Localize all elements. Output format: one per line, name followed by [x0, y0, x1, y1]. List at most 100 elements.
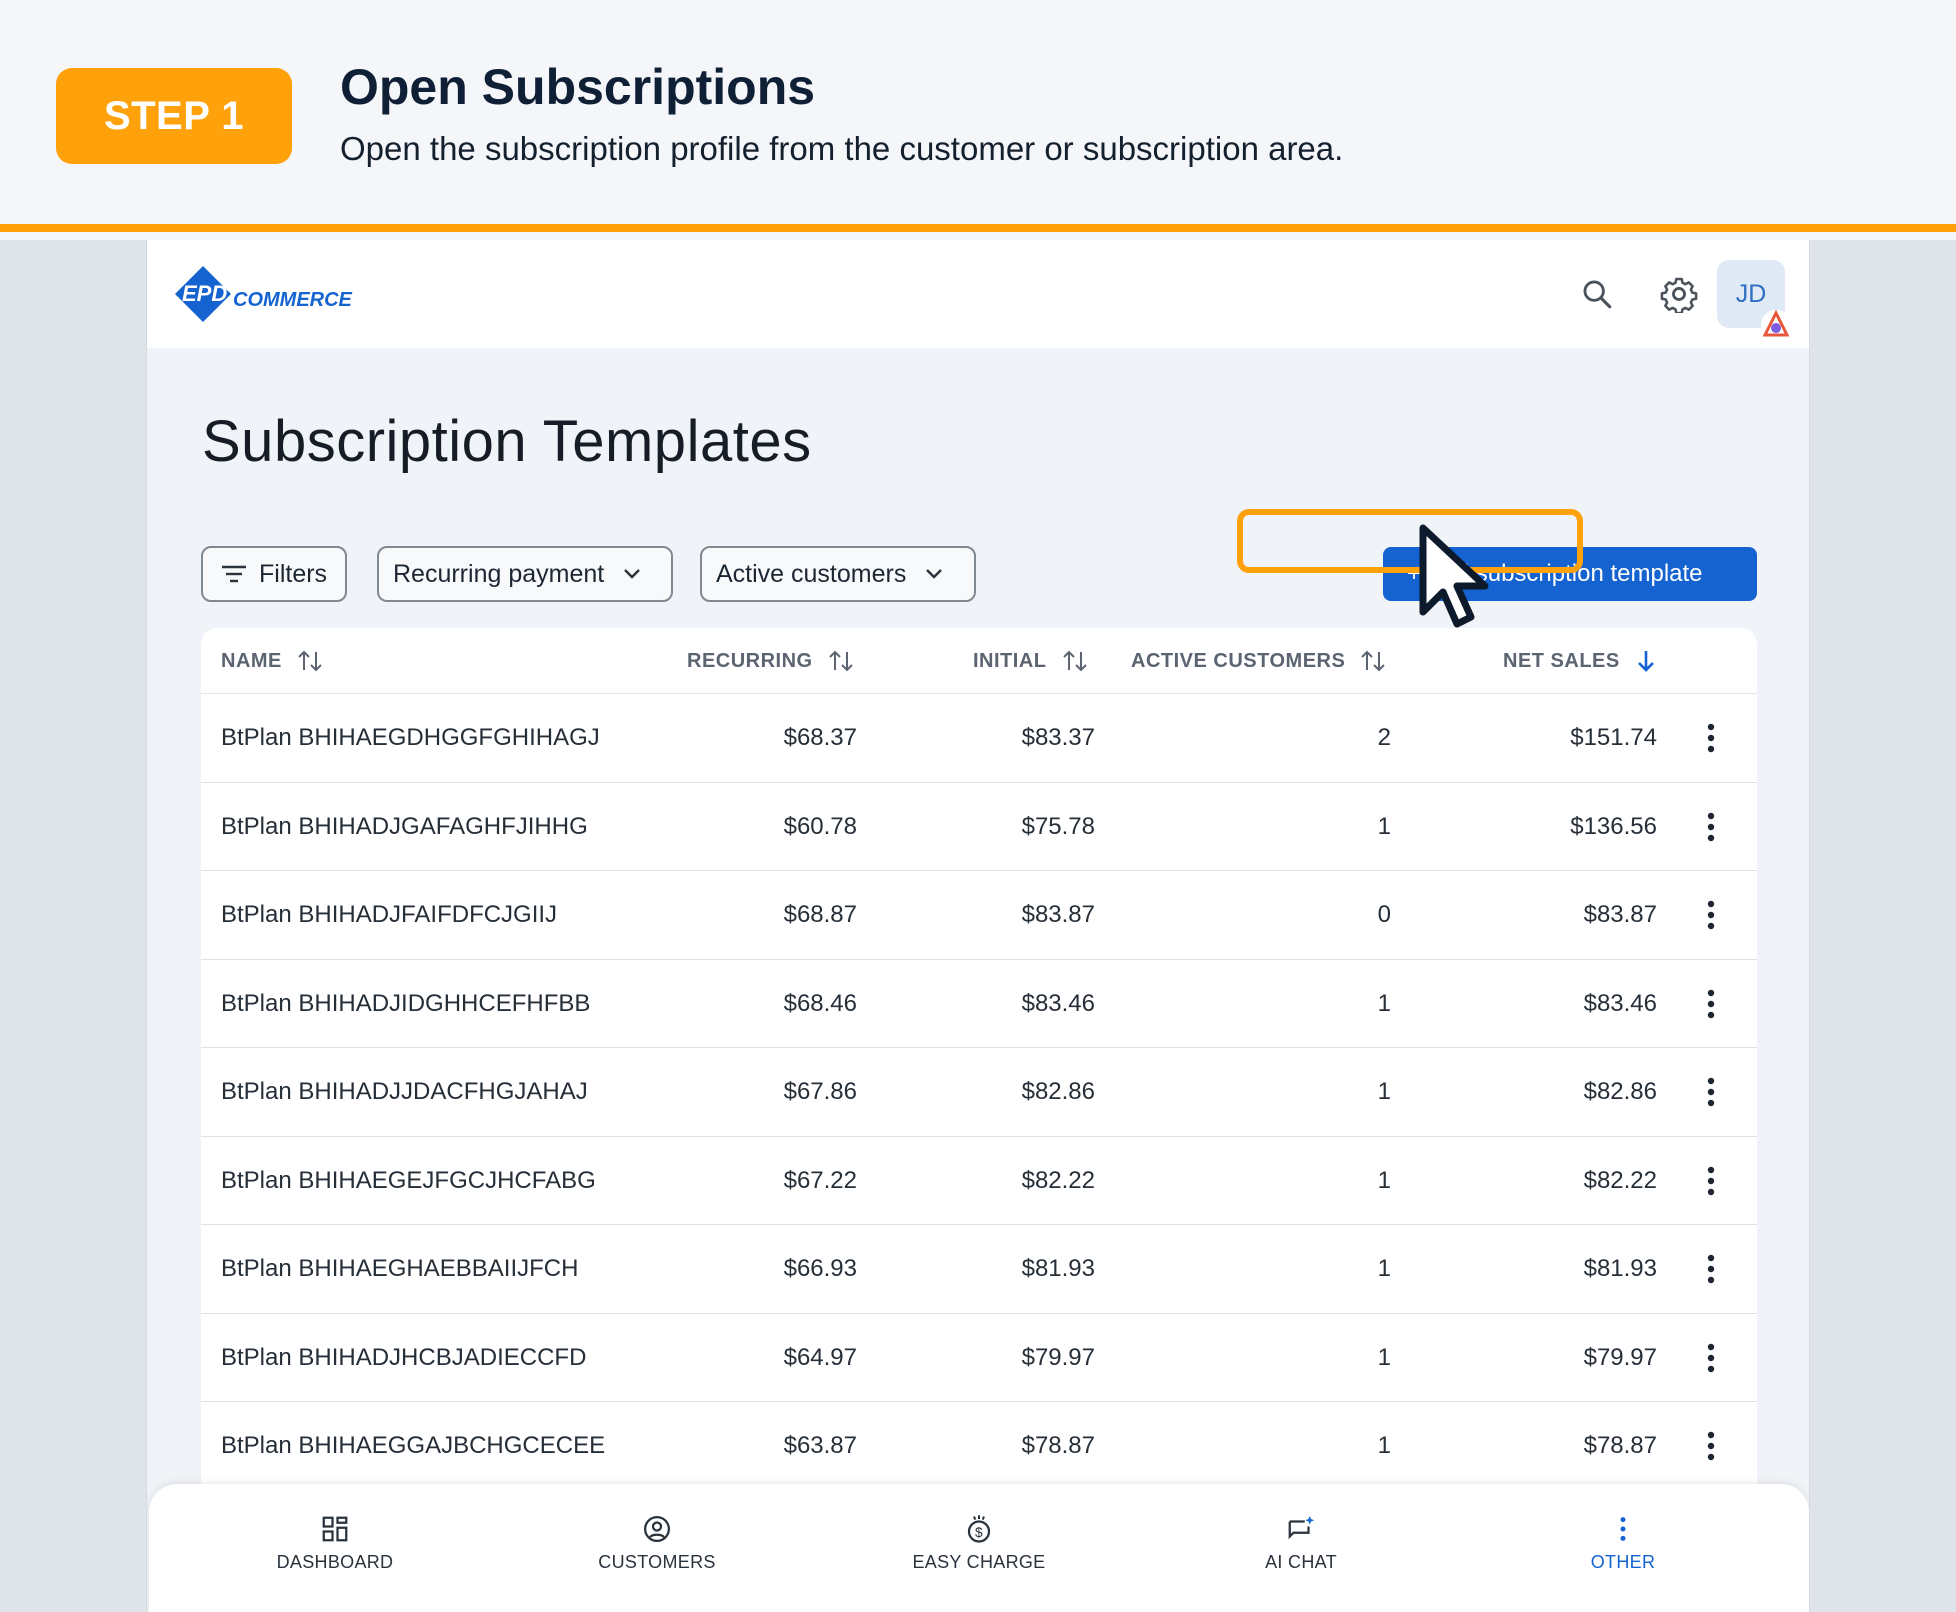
- table-row[interactable]: BtPlan BHIHADJFAIFDFCJGIIJ $68.87 $83.87 0 $…: [201, 871, 1757, 960]
- initial-amount: $81.93: [1021, 1255, 1095, 1282]
- svg-text:$: $: [975, 1525, 983, 1540]
- sort-icon: [828, 650, 853, 672]
- chevron-down-icon: [926, 569, 943, 579]
- column-header-net-sales[interactable]: NET SALES: [1503, 628, 1658, 694]
- filters-button[interactable]: Filters: [201, 546, 348, 602]
- recurring-amount: $66.93: [783, 1255, 857, 1282]
- active-customers-count: 2: [1377, 724, 1391, 751]
- net-sales-amount: $136.56: [1570, 812, 1657, 840]
- svg-text:COMMERCE: COMMERCE: [233, 289, 353, 311]
- recurring-amount: $68.46: [783, 989, 857, 1017]
- recurring-amount: $60.78: [783, 812, 857, 840]
- row-menu-icon[interactable]: [1691, 1137, 1731, 1225]
- nav-easy-charge[interactable]: $ EASY CHARGE: [879, 1514, 1079, 1573]
- table-row[interactable]: BtPlan BHIHAEGHAEBBAIIJFCH $66.93 $81.93 1 $…: [201, 1225, 1757, 1314]
- initial-amount: $78.87: [1021, 1432, 1095, 1459]
- sort-icon: [1062, 650, 1087, 672]
- customers-select-value: Active customers: [716, 559, 907, 588]
- recurring-amount: $64.97: [783, 1343, 857, 1371]
- net-sales-amount: $81.93: [1583, 1255, 1657, 1282]
- active-customers-count: 1: [1377, 989, 1391, 1017]
- nav-ai-chat[interactable]: AI CHAT: [1201, 1514, 1401, 1573]
- step-description: Open the subscription profile from the c…: [340, 130, 1344, 167]
- dashboard-icon: [322, 1516, 348, 1542]
- table-row[interactable]: BtPlan BHIHAEGEJFGCJHCFABG $67.22 $82.22 1 $…: [201, 1137, 1757, 1225]
- filters-label: Filters: [259, 559, 328, 588]
- row-menu-icon[interactable]: [1691, 1314, 1731, 1402]
- net-sales-amount: $82.22: [1583, 1166, 1657, 1194]
- nav-other[interactable]: OTHER: [1523, 1514, 1723, 1573]
- search-icon[interactable]: [1569, 266, 1625, 322]
- net-sales-amount: $82.86: [1583, 1078, 1657, 1105]
- active-customers-count: 1: [1377, 1432, 1391, 1459]
- payment-type-select[interactable]: Recurring payment: [377, 546, 673, 602]
- row-menu-icon[interactable]: [1691, 960, 1731, 1048]
- sort-icon: [298, 650, 322, 672]
- payment-type-value: Recurring payment: [393, 559, 605, 588]
- templates-table: NAME RECURRING INITIAL ACTIVE CUSTOMERS …: [201, 628, 1757, 1612]
- initial-amount: $75.78: [1021, 812, 1095, 840]
- recurring-amount: $68.87: [783, 901, 857, 928]
- table-row[interactable]: BtPlan BHIHADJHCBJADIECCFD $64.97 $79.97 1 $…: [201, 1314, 1757, 1402]
- chat-sparkle-icon: [1288, 1515, 1315, 1540]
- highlight-box: [1237, 509, 1583, 573]
- net-sales-amount: $151.74: [1570, 724, 1657, 751]
- row-menu-icon[interactable]: [1691, 1225, 1731, 1313]
- initial-amount: $83.46: [1021, 989, 1095, 1017]
- chevron-down-icon: [624, 569, 641, 579]
- active-customers-count: 1: [1377, 1343, 1391, 1371]
- row-menu-icon[interactable]: [1691, 783, 1731, 871]
- page-title: Subscription Templates: [202, 409, 812, 474]
- app-window: EPD COMMERCE JD Subscription Templates F…: [146, 240, 1810, 1612]
- sort-icon: [1361, 650, 1386, 672]
- template-name: BtPlan BHIHAEGHAEBBAIIJFCH: [221, 1255, 579, 1282]
- bottom-navigation: DASHBOARD CUSTOMERS $ EASY CHARGE AI CHA…: [149, 1484, 1809, 1612]
- nav-customers[interactable]: CUSTOMERS: [557, 1514, 757, 1573]
- table-row[interactable]: BtPlan BHIHADJIDGHHCEFHFBB $68.46 $83.46 1 $…: [201, 960, 1757, 1048]
- recurring-amount: $68.37: [783, 724, 857, 751]
- row-menu-icon[interactable]: [1691, 694, 1731, 782]
- template-name: BtPlan BHIHADJJDACFHGJAHAJ: [221, 1078, 588, 1105]
- customers-select[interactable]: Active customers: [700, 546, 976, 602]
- row-menu-icon[interactable]: [1691, 871, 1731, 959]
- row-menu-icon[interactable]: [1691, 1402, 1731, 1490]
- active-customers-count: 1: [1377, 1166, 1391, 1194]
- template-name: BtPlan BHIHADJIDGHHCEFHFBB: [221, 989, 591, 1017]
- net-sales-amount: $78.87: [1583, 1432, 1657, 1459]
- row-menu-icon[interactable]: [1691, 1048, 1731, 1136]
- column-header-name[interactable]: NAME: [221, 628, 324, 694]
- template-name: BtPlan BHIHADJGAFAGHFJIHHG: [221, 812, 588, 840]
- step-badge: STEP 1: [56, 68, 292, 164]
- active-customers-count: 1: [1377, 1078, 1391, 1105]
- epd-commerce-logo[interactable]: EPD COMMERCE: [173, 264, 383, 324]
- initial-amount: $82.86: [1021, 1078, 1095, 1105]
- active-customers-count: 0: [1377, 901, 1391, 928]
- nav-dashboard[interactable]: DASHBOARD: [235, 1514, 435, 1573]
- table-row[interactable]: BtPlan BHIHAEGGAJBCHGCECEE $63.87 $78.87 1 $…: [201, 1402, 1757, 1491]
- customer-icon: [644, 1516, 670, 1542]
- recurring-amount: $67.22: [783, 1166, 857, 1194]
- template-name: BtPlan BHIHADJFAIFDFCJGIIJ: [221, 901, 558, 928]
- more-vertical-icon: [1620, 1517, 1626, 1541]
- template-name: BtPlan BHIHAEGEJFGCJHCFABG: [221, 1166, 596, 1194]
- net-sales-amount: $83.87: [1583, 901, 1657, 928]
- net-sales-amount: $83.46: [1583, 989, 1657, 1017]
- sort-desc-icon: [1637, 651, 1654, 672]
- table-row[interactable]: BtPlan BHIHADJJDACFHGJAHAJ $67.86 $82.86 1 $…: [201, 1048, 1757, 1137]
- template-name: BtPlan BHIHADJHCBJADIECCFD: [221, 1343, 587, 1371]
- filter-icon: [222, 565, 246, 583]
- mouse-cursor-icon: [1419, 524, 1499, 634]
- column-header-recurring[interactable]: RECURRING: [687, 628, 855, 694]
- table-row[interactable]: BtPlan BHIHAEGDHGGFGHIHAGJ $68.37 $83.37 2 $…: [201, 694, 1757, 783]
- net-sales-amount: $79.97: [1583, 1343, 1657, 1371]
- initial-amount: $79.97: [1021, 1343, 1095, 1371]
- column-header-active-customers[interactable]: ACTIVE CUSTOMERS: [1131, 628, 1387, 694]
- initial-amount: $83.37: [1021, 724, 1095, 751]
- active-customers-count: 1: [1377, 812, 1391, 840]
- recurring-amount: $67.86: [783, 1078, 857, 1105]
- table-row[interactable]: BtPlan BHIHADJGAFAGHFJIHHG $60.78 $75.78 1 $…: [201, 783, 1757, 871]
- assistant-badge-icon: [1759, 308, 1793, 342]
- column-header-initial[interactable]: INITIAL: [973, 628, 1089, 694]
- gear-icon[interactable]: [1651, 266, 1707, 322]
- active-customers-count: 1: [1377, 1255, 1391, 1282]
